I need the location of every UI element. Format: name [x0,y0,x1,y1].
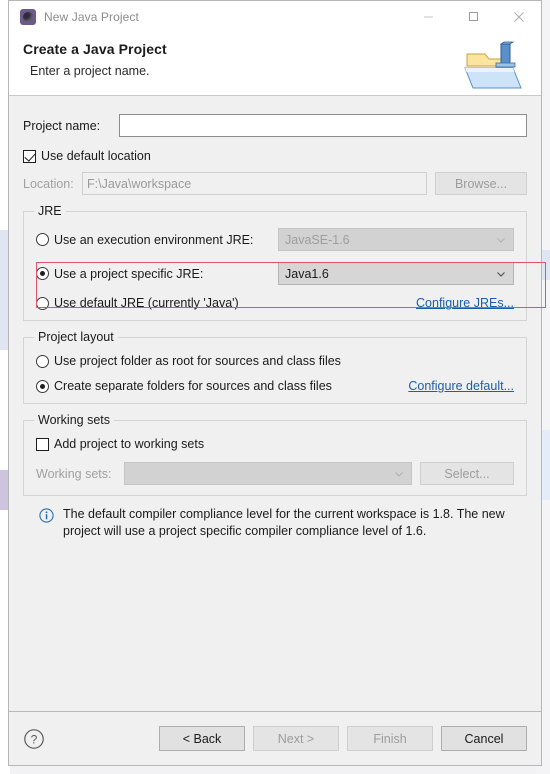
project-layout-group: Project layout Use project folder as roo… [23,330,527,404]
dialog-button-bar: ? < Back Next > Finish Cancel [9,711,541,765]
jre-execution-environment-label: Use an execution environment JRE: [54,232,254,247]
browse-button: Browse... [435,172,527,195]
project-layout-group-label: Project layout [34,330,118,344]
wizard-header: Create a Java Project Enter a project na… [9,32,541,96]
jre-execution-environment-radio[interactable] [36,233,49,246]
use-default-location-checkbox[interactable] [23,149,36,163]
help-icon[interactable]: ? [23,728,45,750]
jre-project-specific-combo-value: Java1.6 [285,266,329,281]
maximize-icon[interactable] [451,1,496,32]
project-name-label: Project name: [23,118,101,133]
compliance-message-text: The default compiler compliance level fo… [63,507,505,538]
working-sets-row: Working sets: Select... [36,462,514,485]
compliance-message: The default compiler compliance level fo… [23,496,527,540]
jre-project-specific-radio[interactable] [36,267,49,280]
close-icon[interactable] [496,1,541,32]
use-default-location-row[interactable]: Use default location [23,149,527,163]
window-title: New Java Project [44,9,139,24]
next-button: Next > [253,726,339,751]
layout-project-folder-radio[interactable] [36,354,49,368]
dialog-body: Project name: Use default location Locat… [9,96,546,711]
jre-option-default[interactable]: Use default JRE (currently 'Java') Confi… [36,296,514,310]
layout-option-project-folder[interactable]: Use project folder as root for sources a… [36,354,514,368]
jre-group: JRE Use an execution environment JRE: Ja… [23,204,546,321]
jre-execution-environment-combo: JavaSE-1.6 [278,228,514,251]
working-sets-label: Working sets: [36,466,112,481]
jre-option-project-specific[interactable]: Use a project specific JRE: Java1.6 [36,262,514,285]
location-input [82,172,427,195]
jre-project-specific-label: Use a project specific JRE: [54,266,204,281]
configure-default-link[interactable]: Configure default... [408,379,514,393]
use-default-location-label: Use default location [41,149,151,163]
jre-execution-environment-combo-value: JavaSE-1.6 [285,232,350,247]
svg-text:?: ? [31,732,38,746]
cancel-button[interactable]: Cancel [441,726,527,751]
chevron-down-icon [497,237,505,243]
add-to-working-sets-checkbox[interactable] [36,437,49,451]
chevron-down-icon [497,271,505,277]
finish-button: Finish [347,726,433,751]
chevron-down-icon [395,471,403,477]
back-button[interactable]: < Back [159,726,245,751]
layout-project-folder-label: Use project folder as root for sources a… [54,354,341,368]
info-icon [39,508,54,523]
working-sets-group: Working sets Add project to working sets… [23,413,527,496]
select-working-sets-button: Select... [420,462,514,485]
location-label: Location: [23,176,74,191]
add-to-working-sets-label: Add project to working sets [54,437,205,451]
jre-option-execution-environment[interactable]: Use an execution environment JRE: JavaSE… [36,228,514,251]
location-row: Location: Browse... [23,172,527,195]
configure-jres-link[interactable]: Configure JREs... [416,296,514,310]
layout-separate-folders-label: Create separate folders for sources and … [54,379,332,393]
jre-group-label: JRE [34,204,66,218]
new-java-project-folder-icon [464,41,522,89]
minimize-icon[interactable] [406,1,451,32]
working-sets-combo [124,462,412,485]
jre-default-label: Use default JRE (currently 'Java') [54,296,239,310]
window-controls [406,1,541,32]
java-project-icon [20,8,36,25]
jre-default-radio[interactable] [36,296,49,310]
working-sets-group-label: Working sets [34,413,115,427]
project-name-input[interactable] [119,114,527,137]
new-java-project-dialog: New Java Project Create a Java Project E… [8,0,546,766]
layout-separate-folders-radio[interactable] [36,379,49,393]
add-to-working-sets-row[interactable]: Add project to working sets [36,437,514,451]
title-bar: New Java Project [9,1,541,32]
project-name-row: Project name: [23,114,527,137]
jre-project-specific-combo[interactable]: Java1.6 [278,262,514,285]
layout-option-separate-folders[interactable]: Create separate folders for sources and … [36,379,514,393]
